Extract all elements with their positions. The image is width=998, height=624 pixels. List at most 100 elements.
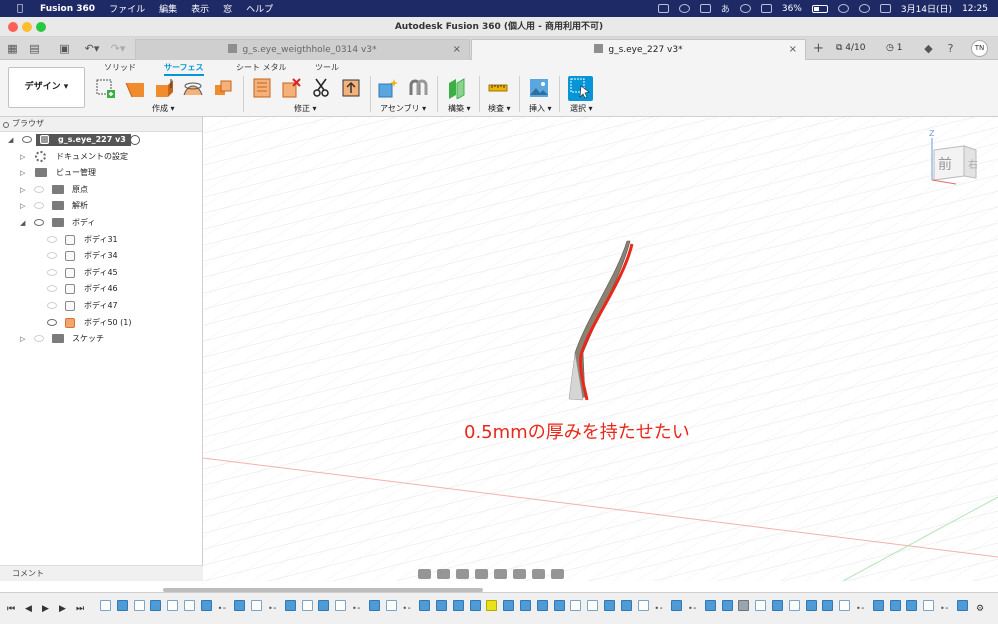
zoom-window-button[interactable]	[36, 22, 46, 32]
close-window-button[interactable]	[8, 22, 18, 32]
comments-bar[interactable]: コメント	[0, 565, 203, 581]
browser-header[interactable]: ブラウザ	[0, 117, 202, 132]
new-component-icon[interactable]	[377, 77, 399, 99]
look-at-icon[interactable]	[437, 569, 450, 579]
canvas-viewport[interactable]: 0.5mmの厚みを持たせたい	[203, 117, 998, 581]
offset-plane-icon[interactable]	[446, 77, 468, 99]
new-tab-icon[interactable]: +	[812, 42, 825, 55]
undo-icon[interactable]: ↶▾	[82, 42, 102, 55]
viewcube-right-face[interactable]: 右	[968, 156, 978, 171]
press-pull-icon[interactable]	[251, 77, 273, 99]
timeline-step[interactable]	[368, 600, 380, 611]
timeline-step[interactable]	[520, 600, 531, 611]
timeline-step[interactable]	[956, 600, 968, 611]
timeline-step[interactable]	[150, 600, 162, 611]
job-status[interactable]: ⧉ 4/10	[836, 41, 866, 56]
tree-item-body[interactable]: ボディ46	[0, 281, 202, 298]
timeline-settings-icon[interactable]: ⚙	[976, 604, 984, 614]
expand-arrow-icon[interactable]: ▷	[20, 149, 25, 165]
timeline-step[interactable]	[620, 600, 632, 611]
timeline-step[interactable]	[167, 600, 179, 611]
airdrop-icon[interactable]	[739, 4, 751, 13]
timeline-marker[interactable]: •⁃	[402, 604, 411, 613]
status-app-icon[interactable]	[657, 4, 669, 13]
construct-group-label[interactable]: 構築 ▾	[448, 103, 471, 114]
menubar-time[interactable]: 12:25	[962, 4, 988, 14]
joint-icon[interactable]	[407, 77, 429, 99]
tree-item-body[interactable]: ボディ50 (1)	[0, 315, 202, 332]
menu-edit[interactable]: 編集	[159, 2, 177, 15]
timeline-step[interactable]	[503, 600, 515, 611]
timeline-step[interactable]	[570, 600, 582, 611]
save-icon[interactable]: ▣	[58, 42, 71, 55]
bluetooth-icon[interactable]	[760, 4, 772, 13]
timeline-step[interactable]	[671, 600, 683, 611]
apple-menu-icon[interactable]: 	[12, 3, 28, 14]
tab-solid[interactable]: ソリッド	[104, 62, 136, 73]
display-settings-icon[interactable]	[513, 569, 526, 579]
input-mode-icon[interactable]: あ	[721, 2, 730, 15]
notification-count[interactable]: ◷ 1	[886, 41, 902, 56]
timeline-step[interactable]	[889, 600, 901, 611]
tree-item-analysis[interactable]: ▷ 解析	[0, 198, 202, 215]
timeline-step[interactable]	[822, 600, 834, 611]
timeline-step[interactable]	[755, 600, 767, 611]
timeline-step[interactable]	[587, 600, 599, 611]
inspect-group-label[interactable]: 検査 ▾	[488, 103, 511, 114]
close-tab-icon[interactable]: ×	[789, 40, 797, 60]
timeline-step[interactable]	[772, 600, 783, 611]
skip-to-end-icon[interactable]: ⏭	[76, 604, 84, 614]
tree-item-body[interactable]: ボディ45	[0, 265, 202, 282]
visibility-eye-icon[interactable]	[47, 301, 57, 309]
viewcube-front-face[interactable]: 前	[938, 154, 952, 174]
battery-icon[interactable]	[811, 4, 828, 13]
loft-icon[interactable]	[182, 77, 204, 99]
menubar-date[interactable]: 3月14日(日)	[901, 2, 952, 15]
collapse-arrow-icon[interactable]: ◢	[8, 132, 13, 148]
timeline-marker[interactable]: •⁃	[688, 604, 697, 613]
visibility-eye-icon[interactable]	[47, 318, 57, 326]
pen-status-icon[interactable]	[699, 4, 711, 13]
menu-help[interactable]: ヘルプ	[246, 2, 273, 15]
timeline-step[interactable]	[335, 600, 347, 611]
timeline-step[interactable]	[839, 600, 851, 611]
help-icon[interactable]: ?	[944, 42, 957, 55]
timeline-step[interactable]	[788, 600, 800, 611]
split-icon[interactable]	[340, 77, 362, 99]
create-group-label[interactable]: 作成 ▾	[152, 103, 175, 114]
timeline-step[interactable]	[284, 600, 296, 611]
step-forward-icon[interactable]: ▶	[59, 604, 66, 614]
timeline-step[interactable]	[604, 600, 615, 611]
tree-item-body[interactable]: ボディ47	[0, 298, 202, 315]
visibility-eye-icon[interactable]	[47, 268, 57, 276]
timeline-step[interactable]	[805, 600, 817, 611]
timeline-marker[interactable]: •⁃	[218, 604, 227, 613]
visibility-eye-icon[interactable]	[34, 202, 44, 210]
visibility-eye-icon[interactable]	[34, 218, 44, 226]
step-back-icon[interactable]: ◀	[25, 604, 32, 614]
timeline-step[interactable]	[469, 600, 481, 611]
timeline-step[interactable]	[318, 600, 330, 611]
expand-arrow-icon[interactable]: ▷	[20, 198, 25, 214]
play-status-icon[interactable]	[678, 4, 690, 13]
measure-icon[interactable]	[487, 77, 509, 99]
workspace-dropdown[interactable]: デザイン ▾	[8, 67, 85, 108]
timeline-step[interactable]	[452, 600, 464, 611]
bell-icon[interactable]: ◆	[922, 42, 935, 55]
expand-arrow-icon[interactable]: ▷	[20, 165, 25, 181]
zoom-icon[interactable]	[475, 569, 488, 579]
modify-group-label[interactable]: 修正 ▾	[294, 103, 317, 114]
timeline-step[interactable]	[116, 600, 128, 611]
skip-to-start-icon[interactable]: ⏮	[7, 604, 15, 614]
timeline-marker[interactable]: •⁃	[856, 604, 865, 613]
expand-arrow-icon[interactable]: ▷	[20, 331, 25, 347]
tab-sheet-metal[interactable]: シート メタル	[236, 62, 287, 73]
menu-file[interactable]: ファイル	[109, 2, 145, 15]
menu-view[interactable]: 表示	[191, 2, 209, 15]
close-tab-icon[interactable]: ×	[453, 40, 461, 60]
collapse-arrow-icon[interactable]: ◢	[20, 215, 25, 231]
visibility-eye-icon[interactable]	[22, 136, 32, 143]
pan-icon[interactable]	[456, 569, 469, 579]
timeline-step[interactable]	[536, 600, 548, 611]
timeline-step[interactable]	[738, 600, 750, 611]
